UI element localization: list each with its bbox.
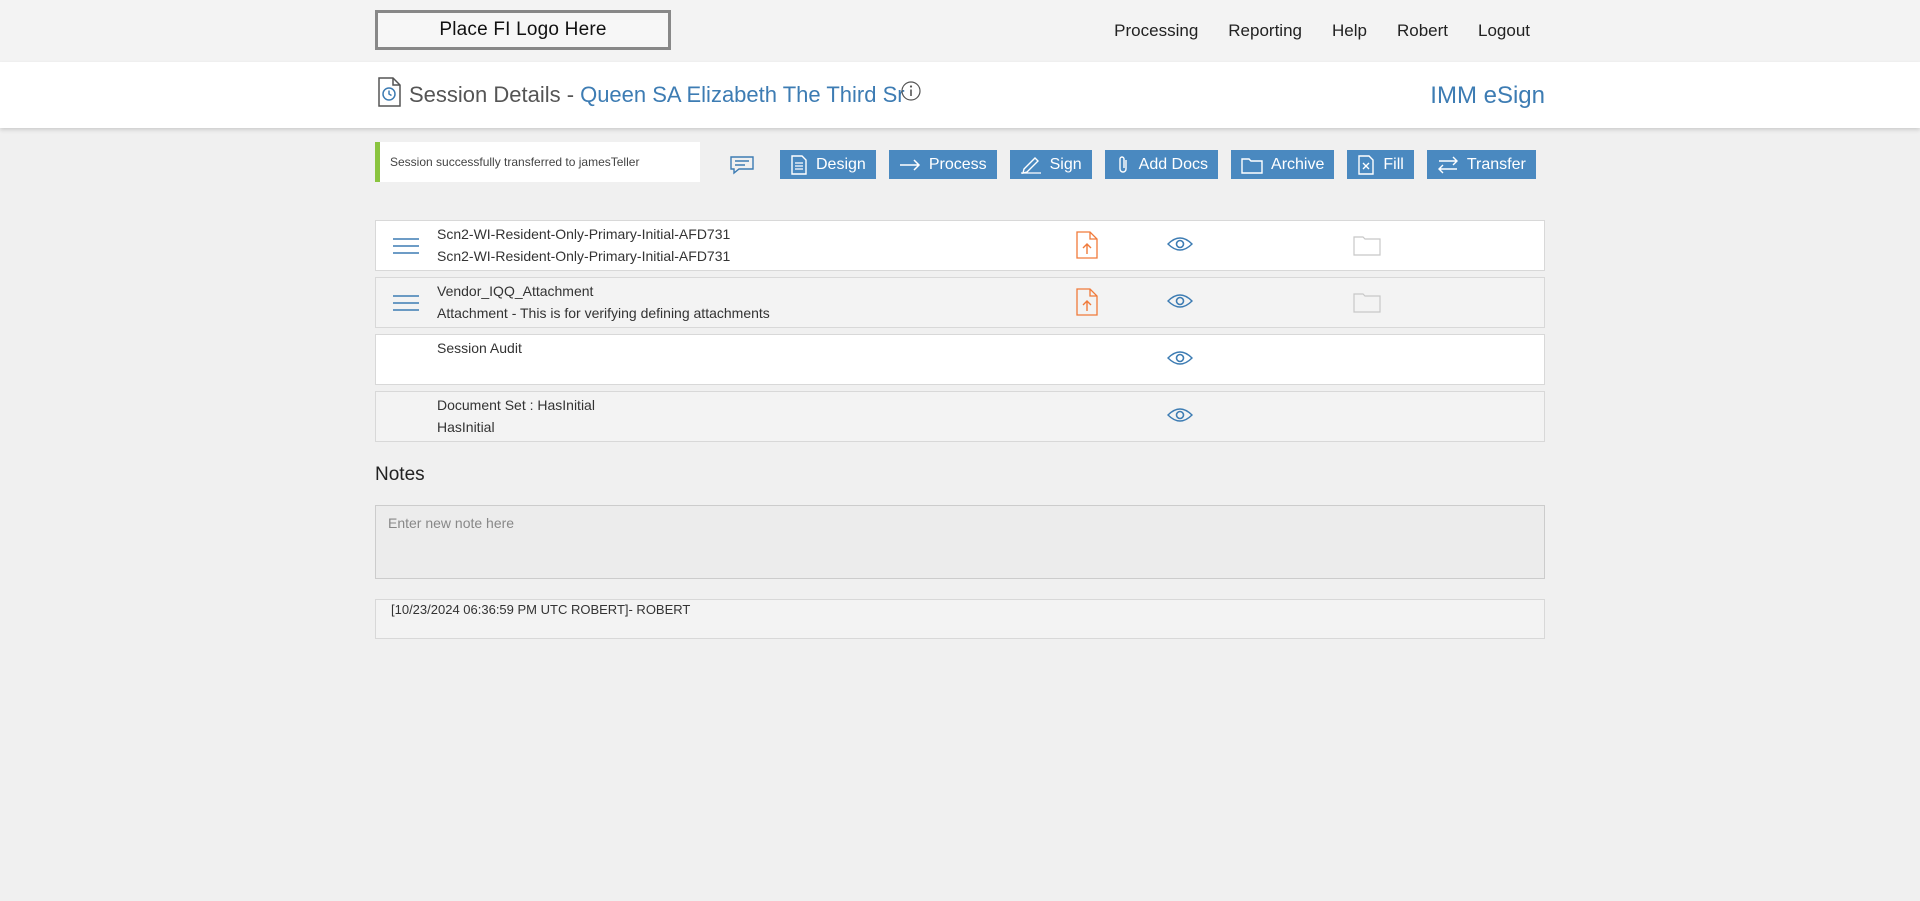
fill-button[interactable]: Fill [1347,150,1414,179]
folder-icon[interactable] [1353,234,1381,259]
page-title-label: Session Details - [409,82,575,107]
document-name: Scn2-WI-Resident-Only-Primary-Initial-AF… [437,226,731,242]
document-name: Vendor_IQQ_Attachment [437,283,594,299]
session-name: Queen SA Elizabeth The Third Sr [580,82,905,107]
nav-logout[interactable]: Logout [1478,21,1530,41]
document-row[interactable]: Document Set : HasInitial HasInitial [375,391,1545,442]
design-icon [791,154,807,175]
document-row[interactable]: Session Audit [375,334,1545,385]
document-name: Document Set : HasInitial [437,397,595,413]
session-history-icon [376,77,402,112]
page-header: Session Details - Queen SA Elizabeth The … [0,62,1920,128]
nav-processing[interactable]: Processing [1114,21,1198,41]
arrow-right-icon [899,158,920,171]
upload-icon[interactable] [1076,288,1098,319]
design-button[interactable]: Design [780,150,876,179]
main-nav: Processing Reporting Help Robert Logout [1114,21,1530,41]
brand-name: IMM eSign [1430,82,1545,109]
nav-help[interactable]: Help [1332,21,1367,41]
add-docs-label: Add Docs [1138,155,1209,173]
view-eye-icon[interactable] [1167,236,1193,255]
hamburger-icon[interactable] [392,237,420,258]
view-eye-icon[interactable] [1167,407,1193,426]
toolbar: Session successfully transferred to jame… [0,128,1920,218]
action-buttons: Design Process Sign Add Docs Archive Fil… [780,150,1536,179]
nav-reporting[interactable]: Reporting [1228,21,1302,41]
fill-label: Fill [1383,155,1404,173]
upload-icon[interactable] [1076,231,1098,262]
transfer-button[interactable]: Transfer [1426,150,1536,179]
pen-icon [1020,156,1041,174]
view-eye-icon[interactable] [1167,293,1193,312]
archive-button[interactable]: Archive [1231,150,1335,179]
top-bar: Place FI Logo Here Processing Reporting … [0,0,1920,62]
archive-label: Archive [1271,155,1325,173]
transfer-icon [1437,156,1458,173]
sign-button[interactable]: Sign [1009,150,1092,179]
folder-icon [1241,157,1263,174]
paperclip-icon [1118,155,1127,173]
message-icon[interactable] [729,155,755,180]
hamburger-icon[interactable] [392,294,420,315]
notes-heading: Notes [375,464,425,485]
page-title: Session Details - Queen SA Elizabeth The … [409,82,905,108]
note-entry: [10/23/2024 06:36:59 PM UTC ROBERT]- ROB… [375,599,1545,639]
status-alert: Session successfully transferred to jame… [375,142,700,182]
document-description: Attachment - This is for verifying defin… [437,305,770,321]
document-list: Scn2-WI-Resident-Only-Primary-Initial-AF… [375,220,1545,448]
document-row[interactable]: Scn2-WI-Resident-Only-Primary-Initial-AF… [375,220,1545,271]
logo: Place FI Logo Here [375,10,671,50]
view-eye-icon[interactable] [1167,350,1193,369]
design-label: Design [816,155,866,173]
transfer-label: Transfer [1466,155,1526,173]
folder-icon[interactable] [1353,291,1381,316]
add-docs-button[interactable]: Add Docs [1104,150,1219,179]
document-name: Session Audit [437,340,522,356]
note-input[interactable] [375,505,1545,579]
document-row[interactable]: Vendor_IQQ_Attachment Attachment - This … [375,277,1545,328]
fill-doc-icon [1358,154,1375,175]
nav-user[interactable]: Robert [1397,21,1448,41]
sign-label: Sign [1049,155,1082,173]
process-label: Process [928,155,987,173]
document-description: HasInitial [437,419,495,435]
process-button[interactable]: Process [888,150,997,179]
document-description: Scn2-WI-Resident-Only-Primary-Initial-AF… [437,248,731,264]
info-icon[interactable] [900,80,922,107]
